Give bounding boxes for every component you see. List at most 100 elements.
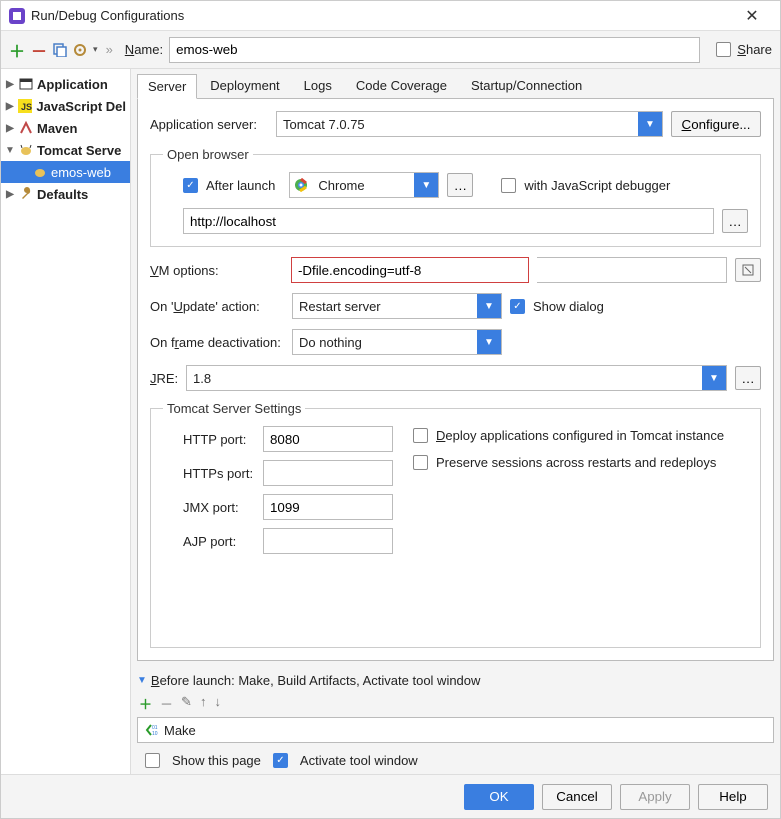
jmx-port-input[interactable] bbox=[263, 494, 393, 520]
url-more-button[interactable]: … bbox=[722, 209, 748, 233]
tree-item-maven[interactable]: ▶ Maven bbox=[1, 117, 130, 139]
update-action-value: Restart server bbox=[293, 299, 477, 314]
chevron-down-icon[interactable]: ▼ bbox=[414, 173, 438, 197]
settings-icon[interactable] bbox=[73, 43, 87, 57]
remove-icon[interactable]: － bbox=[160, 694, 173, 713]
expand-icon[interactable] bbox=[735, 258, 761, 282]
https-port-input[interactable] bbox=[263, 460, 393, 486]
jre-more-button[interactable]: … bbox=[735, 366, 761, 390]
update-action-label: On 'Update' action: bbox=[150, 299, 284, 314]
application-icon bbox=[19, 77, 33, 91]
jre-select[interactable]: 1.8 ▼ bbox=[186, 365, 727, 391]
show-page-checkbox[interactable] bbox=[145, 753, 160, 768]
copy-icon[interactable] bbox=[53, 43, 67, 57]
frame-deactivation-select[interactable]: Do nothing ▼ bbox=[292, 329, 502, 355]
jre-value: 1.8 bbox=[187, 371, 702, 386]
chevron-right-icon: ▶ bbox=[5, 189, 15, 200]
share-label: Share bbox=[737, 42, 772, 57]
cancel-button[interactable]: Cancel bbox=[542, 784, 612, 810]
frame-deactivation-label: On frame deactivation: bbox=[150, 335, 284, 350]
app-server-select[interactable]: Tomcat 7.0.75 ▼ bbox=[276, 111, 663, 137]
remove-icon[interactable]: － bbox=[31, 38, 47, 62]
apply-button[interactable]: Apply bbox=[620, 784, 690, 810]
share-checkbox[interactable] bbox=[716, 42, 731, 57]
tab-code-coverage[interactable]: Code Coverage bbox=[345, 73, 458, 98]
before-launch-header: Before launch: Make, Build Artifacts, Ac… bbox=[151, 673, 481, 688]
before-launch-toggle[interactable]: ▼ Before launch: Make, Build Artifacts, … bbox=[137, 673, 774, 688]
tomcat-icon bbox=[33, 165, 47, 179]
before-launch-list[interactable]: 0110 Make bbox=[137, 717, 774, 743]
deploy-label: Deploy applications configured in Tomcat… bbox=[436, 428, 724, 443]
after-launch-label: After launch bbox=[206, 178, 275, 193]
deploy-checkbox[interactable] bbox=[413, 428, 428, 443]
separator: » bbox=[106, 42, 113, 57]
frame-deactivation-value: Do nothing bbox=[293, 335, 477, 350]
close-icon[interactable]: ✕ bbox=[732, 6, 772, 26]
tree-item-emos-web[interactable]: emos-web bbox=[1, 161, 130, 183]
http-port-label: HTTP port: bbox=[183, 432, 255, 447]
show-dialog-checkbox[interactable]: ✓ bbox=[510, 299, 525, 314]
browser-select[interactable]: Chrome ▼ bbox=[289, 172, 439, 198]
edit-icon[interactable]: ✎ bbox=[181, 694, 192, 713]
preserve-checkbox[interactable] bbox=[413, 455, 428, 470]
vm-options-label: VM options: bbox=[150, 263, 283, 278]
chevron-right-icon: ▶ bbox=[5, 101, 14, 112]
js-icon: JS bbox=[18, 99, 32, 113]
configure-button[interactable]: Configure... bbox=[671, 111, 761, 137]
help-button[interactable]: Help bbox=[698, 784, 768, 810]
tree-item-defaults[interactable]: ▶ Defaults bbox=[1, 183, 130, 205]
https-port-label: HTTPs port: bbox=[183, 466, 255, 481]
up-icon[interactable]: ↑ bbox=[200, 694, 207, 713]
before-launch-item: Make bbox=[164, 723, 196, 738]
tree-item-label: emos-web bbox=[51, 165, 111, 180]
jmx-port-label: JMX port: bbox=[183, 500, 255, 515]
js-debug-label: with JavaScript debugger bbox=[524, 178, 670, 193]
chevron-down-icon[interactable]: ▼ bbox=[702, 366, 726, 390]
browser-more-button[interactable]: … bbox=[447, 173, 473, 197]
maven-icon bbox=[19, 121, 33, 135]
tree-item-label: Tomcat Serve bbox=[37, 143, 121, 158]
js-debug-checkbox[interactable] bbox=[501, 178, 516, 193]
tree-item-javascript[interactable]: ▶ JS JavaScript Del bbox=[1, 95, 130, 117]
name-input[interactable] bbox=[169, 37, 700, 63]
vm-options-input-ext[interactable] bbox=[537, 257, 727, 283]
chevron-down-icon[interactable]: ▾ bbox=[93, 44, 98, 55]
svg-text:10: 10 bbox=[152, 731, 158, 737]
tomcat-settings-legend: Tomcat Server Settings bbox=[163, 401, 305, 416]
ajp-port-input[interactable] bbox=[263, 528, 393, 554]
tab-server[interactable]: Server bbox=[137, 74, 197, 99]
show-dialog-label: Show dialog bbox=[533, 299, 604, 314]
http-port-input[interactable] bbox=[263, 426, 393, 452]
open-browser-legend: Open browser bbox=[163, 147, 253, 162]
make-icon: 0110 bbox=[144, 723, 158, 737]
add-icon[interactable]: ＋ bbox=[9, 38, 25, 62]
tree-item-label: JavaScript Del bbox=[36, 99, 126, 114]
tree-item-tomcat[interactable]: ▼ Tomcat Serve bbox=[1, 139, 130, 161]
chevron-down-icon[interactable]: ▼ bbox=[477, 294, 501, 318]
url-input[interactable] bbox=[183, 208, 714, 234]
vm-options-input[interactable] bbox=[291, 257, 529, 283]
tab-logs[interactable]: Logs bbox=[293, 73, 343, 98]
chrome-icon bbox=[294, 178, 308, 192]
update-action-select[interactable]: Restart server ▼ bbox=[292, 293, 502, 319]
after-launch-checkbox[interactable]: ✓ bbox=[183, 178, 198, 193]
tab-startup[interactable]: Startup/Connection bbox=[460, 73, 593, 98]
app-server-value: Tomcat 7.0.75 bbox=[277, 117, 638, 132]
config-tree[interactable]: ▶ Application ▶ JS JavaScript Del ▶ Mave… bbox=[1, 69, 131, 774]
tree-item-application[interactable]: ▶ Application bbox=[1, 73, 130, 95]
down-icon[interactable]: ↓ bbox=[214, 694, 221, 713]
activate-window-checkbox[interactable]: ✓ bbox=[273, 753, 288, 768]
tab-deployment[interactable]: Deployment bbox=[199, 73, 290, 98]
chevron-down-icon: ▼ bbox=[137, 675, 147, 686]
svg-text:JS: JS bbox=[21, 102, 32, 112]
ok-button[interactable]: OK bbox=[464, 784, 534, 810]
show-page-label: Show this page bbox=[172, 753, 261, 768]
chevron-down-icon[interactable]: ▼ bbox=[638, 112, 662, 136]
tree-item-label: Defaults bbox=[37, 187, 88, 202]
chevron-down-icon[interactable]: ▼ bbox=[477, 330, 501, 354]
name-label: Name: bbox=[125, 42, 163, 57]
add-icon[interactable]: ＋ bbox=[139, 694, 152, 713]
tomcat-icon bbox=[19, 143, 33, 157]
tab-bar: Server Deployment Logs Code Coverage Sta… bbox=[137, 73, 774, 99]
app-icon bbox=[9, 8, 25, 24]
